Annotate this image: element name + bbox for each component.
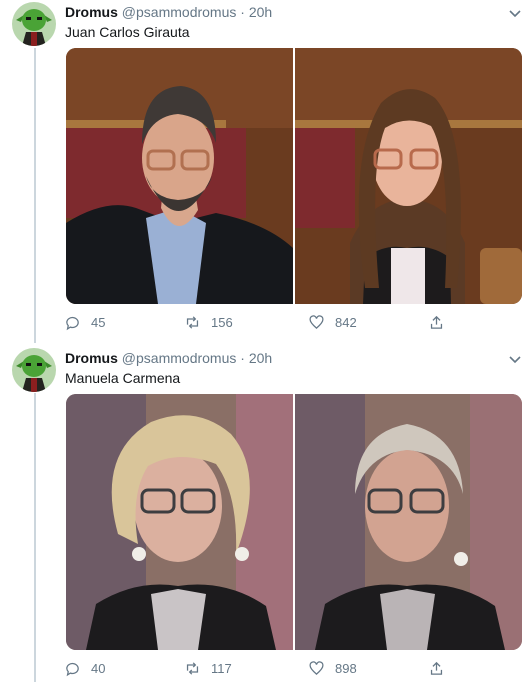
like-count: 842 bbox=[335, 315, 357, 330]
share-icon bbox=[430, 315, 443, 329]
tweet-media[interactable] bbox=[66, 48, 522, 304]
tweet[interactable]: Dromus @psammodromus · 20h Manuela Carme… bbox=[0, 348, 532, 682]
timestamp[interactable]: 20h bbox=[249, 4, 272, 20]
separator-dot: · bbox=[240, 350, 245, 366]
retweet-icon bbox=[186, 662, 199, 675]
photo-image bbox=[66, 48, 293, 304]
photo-juan-carlos[interactable] bbox=[66, 48, 293, 304]
share-button[interactable] bbox=[428, 660, 445, 677]
like-button[interactable]: 842 bbox=[308, 314, 357, 331]
tweet-header: Dromus @psammodromus · 20h bbox=[65, 348, 272, 368]
tweet-actions: 40 117 898 bbox=[64, 660, 464, 680]
tweet-media[interactable] bbox=[66, 394, 522, 650]
share-button[interactable] bbox=[428, 314, 445, 331]
reply-icon bbox=[66, 662, 79, 677]
photo-manuela-carmena[interactable] bbox=[66, 394, 293, 650]
display-name[interactable]: Dromus bbox=[65, 350, 118, 366]
photo-man[interactable] bbox=[295, 394, 522, 650]
heart-icon bbox=[309, 315, 324, 330]
photo-image bbox=[295, 394, 522, 650]
share-icon bbox=[430, 661, 443, 675]
avatar-image bbox=[12, 2, 56, 46]
reply-button[interactable]: 45 bbox=[64, 314, 105, 331]
retweet-count: 156 bbox=[211, 315, 233, 330]
retweet-button[interactable]: 117 bbox=[184, 660, 232, 677]
photo-image bbox=[66, 394, 293, 650]
photo-woman[interactable] bbox=[295, 48, 522, 304]
reply-button[interactable]: 40 bbox=[64, 660, 105, 677]
like-count: 898 bbox=[335, 661, 357, 676]
like-button[interactable]: 898 bbox=[308, 660, 357, 677]
tweet-header: Dromus @psammodromus · 20h bbox=[65, 2, 272, 22]
tweet-text: Juan Carlos Girauta bbox=[65, 24, 190, 40]
retweet-count: 117 bbox=[211, 661, 232, 676]
chevron-down-icon[interactable] bbox=[508, 352, 522, 366]
reply-count: 40 bbox=[91, 661, 106, 676]
separator-dot: · bbox=[240, 4, 245, 20]
user-handle[interactable]: @psammodromus bbox=[122, 350, 237, 366]
tweet-actions: 45 156 842 bbox=[64, 314, 464, 334]
display-name[interactable]: Dromus bbox=[65, 4, 118, 20]
reply-icon bbox=[66, 316, 79, 331]
tweet-text: Manuela Carmena bbox=[65, 370, 181, 386]
retweet-button[interactable]: 156 bbox=[184, 314, 233, 331]
user-handle[interactable]: @psammodromus bbox=[122, 4, 237, 20]
avatar-image bbox=[12, 348, 56, 392]
heart-icon bbox=[309, 661, 324, 676]
reply-count: 45 bbox=[91, 315, 106, 330]
avatar[interactable] bbox=[12, 2, 56, 46]
avatar[interactable] bbox=[12, 348, 56, 392]
photo-image bbox=[295, 48, 522, 304]
retweet-icon bbox=[186, 316, 199, 329]
tweet[interactable]: Dromus @psammodromus · 20h Juan Carlos G… bbox=[0, 2, 532, 342]
chevron-down-icon[interactable] bbox=[508, 6, 522, 20]
timestamp[interactable]: 20h bbox=[249, 350, 272, 366]
